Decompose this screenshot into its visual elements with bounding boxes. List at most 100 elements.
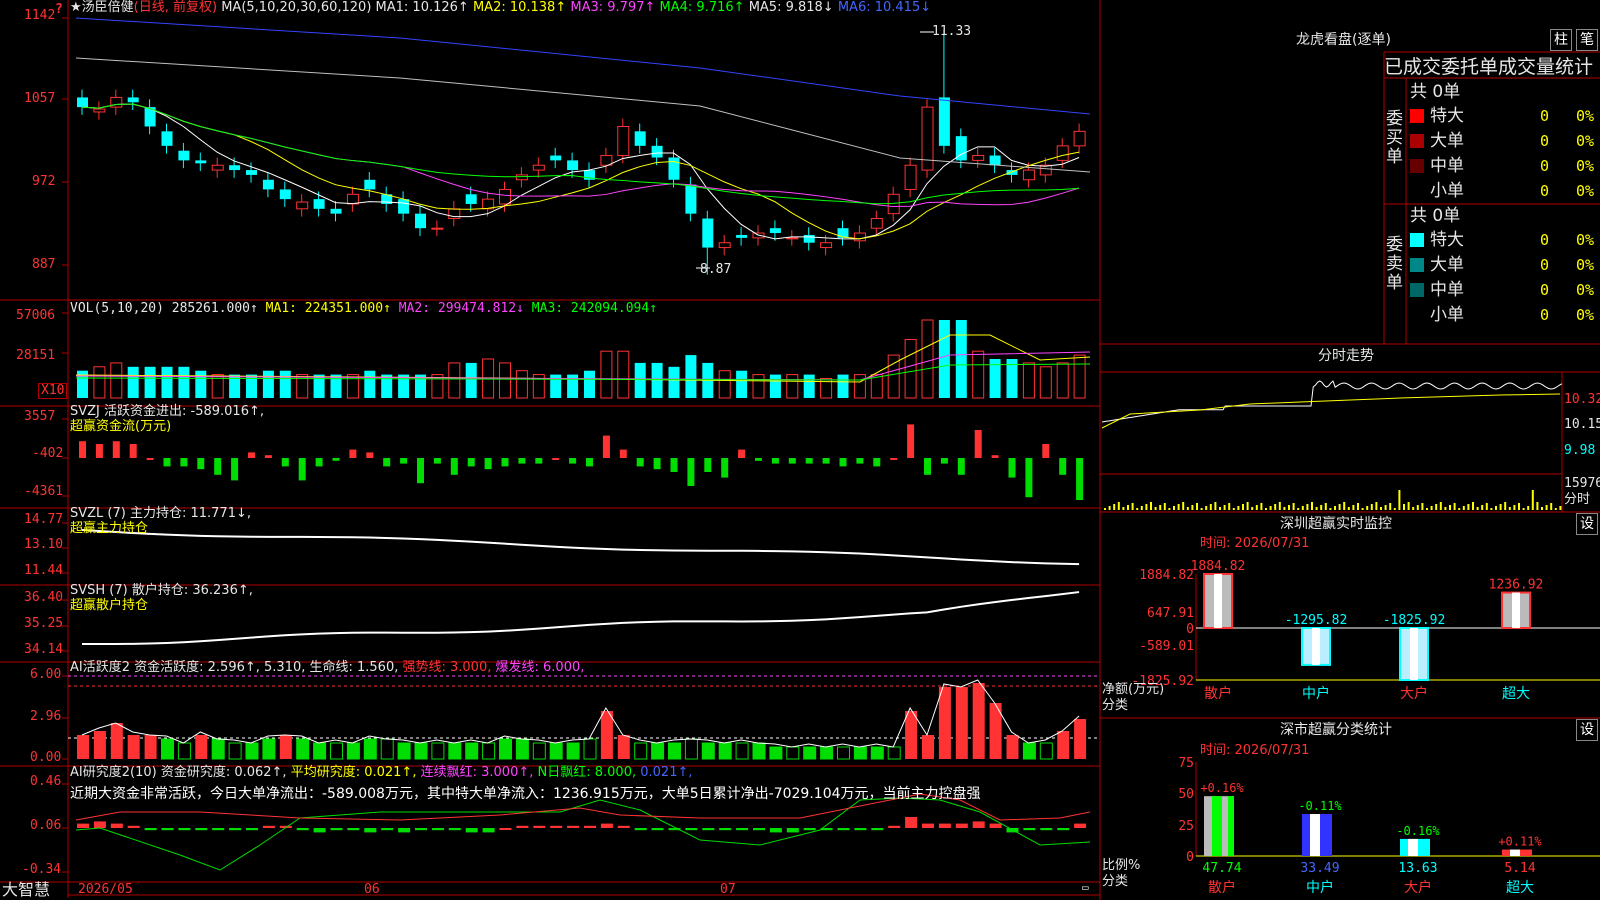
y-tick-main-4: 887 xyxy=(32,257,56,272)
intraday-volume-bar xyxy=(1338,504,1341,510)
order-row-中单: 中单 xyxy=(1410,156,1464,176)
intraday-volume-bar xyxy=(1508,507,1511,510)
research-bar xyxy=(600,823,613,828)
order-row-特大: 特大 xyxy=(1410,106,1464,126)
monitor-bar-散户[interactable] xyxy=(1203,573,1233,629)
order-pct: 0% xyxy=(1576,306,1595,324)
activity-bar xyxy=(837,746,850,760)
candle-down xyxy=(550,155,562,161)
flow-bar xyxy=(163,458,171,467)
intraday-volume-bar xyxy=(1278,502,1281,510)
activity-bar xyxy=(583,738,597,760)
activity-bar xyxy=(600,711,613,759)
volume-bar xyxy=(279,370,291,398)
intraday-volume-bar xyxy=(1301,506,1304,510)
ai1-strong: 强势线: 3.000, xyxy=(402,660,492,675)
classstat-bar-中户[interactable] xyxy=(1302,814,1332,856)
candle-up xyxy=(499,188,511,205)
classstat-settings-button[interactable]: 设 xyxy=(1576,719,1598,741)
intraday-volume-bar xyxy=(1150,502,1152,510)
volume-bar xyxy=(584,370,595,398)
flow-bar xyxy=(721,458,729,478)
activity-bar xyxy=(228,742,242,760)
intraday-tick-1: 10.32 xyxy=(1564,392,1600,407)
ma2-value: MA2: 10.138↑ xyxy=(472,0,567,15)
volume-bar xyxy=(752,374,765,399)
activity-bar xyxy=(853,746,867,760)
candle-up xyxy=(1073,130,1086,147)
flow-bar xyxy=(1059,458,1067,475)
activity-bar xyxy=(465,742,479,760)
order-pct: 0% xyxy=(1576,132,1595,150)
intraday-volume-bar xyxy=(1499,504,1502,510)
period-label[interactable]: (日线, 前复权) xyxy=(134,0,217,15)
flow-bar xyxy=(112,441,120,458)
candle-up xyxy=(532,164,545,171)
activity-bar xyxy=(1074,719,1087,759)
flow-bar xyxy=(450,458,458,475)
volume-bar xyxy=(262,370,274,398)
svzj-tick-3: -4361 xyxy=(24,484,64,499)
monitor-bar-超大[interactable] xyxy=(1501,591,1531,630)
monitor-bar-中户[interactable] xyxy=(1301,627,1331,666)
intraday-volume-bar xyxy=(1476,507,1479,510)
intraday-volume-bar xyxy=(1536,502,1539,510)
research-bar xyxy=(313,828,326,833)
research-bar xyxy=(533,825,546,828)
research-bar xyxy=(482,828,495,833)
lock-icon[interactable]: ▭ xyxy=(1082,880,1089,896)
candle-up xyxy=(515,174,528,181)
vol-unit-badge[interactable]: X10 xyxy=(38,383,68,399)
intraday-volume-bar xyxy=(1173,506,1175,510)
intraday-volume-bar xyxy=(1159,505,1162,510)
order-size-label: 大单 xyxy=(1430,131,1464,151)
lhb-line-button[interactable]: 笔 xyxy=(1576,29,1598,51)
lhb-bar-button[interactable]: 柱 xyxy=(1550,29,1572,51)
candle-down xyxy=(195,160,207,164)
intraday-volume-bar xyxy=(1177,504,1180,510)
order-size-label: 大单 xyxy=(1430,255,1464,275)
research-bar xyxy=(161,828,174,831)
ai1-tick-3: 0.00 xyxy=(30,750,62,765)
activity-bar xyxy=(211,738,225,760)
stock-title[interactable]: ★汤臣倍健 xyxy=(70,0,134,15)
candle-up xyxy=(887,193,900,215)
classstat-time: 时间: 2026/07/31 xyxy=(1200,743,1310,758)
candle-up xyxy=(718,242,731,249)
ai1-tick-2: 2.96 xyxy=(30,709,62,724)
classstat-bar-散户[interactable] xyxy=(1204,796,1234,856)
intraday-tick-3: 9.98 xyxy=(1564,443,1596,458)
research-bar xyxy=(922,823,934,828)
classstat-bar-超大[interactable] xyxy=(1502,849,1532,856)
intraday-volume-bar xyxy=(1347,507,1350,510)
legend-swatch xyxy=(1410,283,1424,297)
monitor-bar-大户[interactable] xyxy=(1399,627,1429,681)
chart-tick-label: 0 xyxy=(1186,622,1194,637)
question-icon[interactable]: ? xyxy=(55,2,63,18)
order-count: 0 xyxy=(1540,107,1550,125)
research-bar xyxy=(229,828,242,831)
classstat-bar-大户[interactable] xyxy=(1400,838,1430,856)
volume-bar xyxy=(600,350,613,399)
order-count: 0 xyxy=(1540,281,1550,299)
svsh-tick-1: 36.40 xyxy=(24,590,64,605)
flow-bar xyxy=(687,458,695,486)
classstat-category-label: 散户 xyxy=(1208,879,1236,896)
activity-bar xyxy=(397,742,411,760)
intraday-volume-bar xyxy=(1462,506,1465,510)
volume-bar xyxy=(1039,366,1052,399)
activity-bar xyxy=(296,738,310,760)
intraday-vol-unit: 分时 xyxy=(1564,492,1591,507)
research-bar xyxy=(262,825,275,828)
candle-down xyxy=(736,234,748,238)
activity-bar xyxy=(684,738,698,760)
flow-bar xyxy=(1076,458,1084,500)
research-bar xyxy=(347,828,360,831)
ai2-tick-2: 0.06 xyxy=(30,818,62,833)
order-pct: 0% xyxy=(1576,231,1595,249)
research-bar xyxy=(769,828,782,833)
monitor-settings-button[interactable]: 设 xyxy=(1576,513,1598,535)
research-bar xyxy=(905,817,918,828)
intraday-volume-bar xyxy=(1140,506,1143,510)
order-row-中单: 中单 xyxy=(1410,280,1464,300)
